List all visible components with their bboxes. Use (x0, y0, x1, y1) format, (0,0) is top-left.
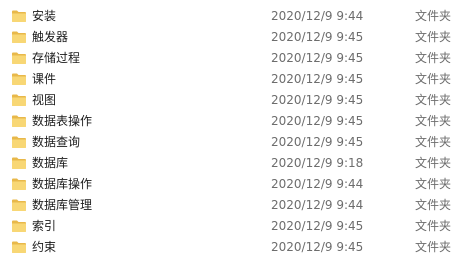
folder-icon (12, 115, 26, 127)
modified-date: 2020/12/9 9:45 (271, 219, 364, 233)
list-item[interactable]: 索引 2020/12/9 9:45 文件夹 (0, 216, 474, 237)
folder-icon (12, 241, 26, 253)
file-name: 数据库操作 (32, 177, 93, 191)
list-item[interactable]: 数据库操作 2020/12/9 9:44 文件夹 (0, 174, 474, 195)
file-type: 文件夹 (415, 30, 452, 44)
folder-icon (12, 94, 26, 106)
file-type: 文件夹 (415, 72, 452, 86)
list-item[interactable]: 数据表操作 2020/12/9 9:45 文件夹 (0, 111, 474, 132)
modified-date: 2020/12/9 9:18 (271, 156, 364, 170)
file-list: 安装 2020/12/9 9:44 文件夹 触发器 2020/12/9 9:45… (0, 0, 474, 265)
file-type: 文件夹 (415, 135, 452, 149)
modified-date: 2020/12/9 9:44 (271, 9, 364, 23)
modified-date: 2020/12/9 9:45 (271, 114, 364, 128)
file-name: 触发器 (32, 30, 69, 44)
folder-icon (12, 220, 26, 232)
file-name: 数据查询 (32, 135, 81, 149)
file-name: 索引 (32, 219, 57, 233)
folder-icon (12, 52, 26, 64)
list-item[interactable]: 数据查询 2020/12/9 9:45 文件夹 (0, 132, 474, 153)
file-name: 课件 (32, 72, 57, 86)
modified-date: 2020/12/9 9:44 (271, 198, 364, 212)
file-name: 视图 (32, 93, 57, 107)
file-type: 文件夹 (415, 9, 452, 23)
folder-icon (12, 178, 26, 190)
file-type: 文件夹 (415, 51, 452, 65)
file-name: 约束 (32, 240, 57, 254)
folder-icon (12, 157, 26, 169)
folder-icon (12, 73, 26, 85)
list-item[interactable]: 安装 2020/12/9 9:44 文件夹 (0, 6, 474, 27)
file-name: 数据表操作 (32, 114, 93, 128)
file-name: 安装 (32, 9, 57, 23)
file-name: 存储过程 (32, 51, 81, 65)
list-item[interactable]: 视图 2020/12/9 9:45 文件夹 (0, 90, 474, 111)
folder-icon (12, 10, 26, 22)
folder-icon (12, 136, 26, 148)
modified-date: 2020/12/9 9:45 (271, 30, 364, 44)
file-name: 数据库管理 (32, 198, 93, 212)
modified-date: 2020/12/9 9:45 (271, 135, 364, 149)
folder-icon (12, 31, 26, 43)
list-item[interactable]: 数据库 2020/12/9 9:18 文件夹 (0, 153, 474, 174)
file-name: 数据库 (32, 156, 69, 170)
modified-date: 2020/12/9 9:45 (271, 93, 364, 107)
list-item[interactable]: 课件 2020/12/9 9:45 文件夹 (0, 69, 474, 90)
file-type: 文件夹 (415, 219, 452, 233)
file-type: 文件夹 (415, 177, 452, 191)
modified-date: 2020/12/9 9:44 (271, 177, 364, 191)
modified-date: 2020/12/9 9:45 (271, 51, 364, 65)
file-type: 文件夹 (415, 93, 452, 107)
file-type: 文件夹 (415, 240, 452, 254)
folder-icon (12, 199, 26, 211)
list-item[interactable]: 存储过程 2020/12/9 9:45 文件夹 (0, 48, 474, 69)
file-type: 文件夹 (415, 114, 452, 128)
list-item[interactable]: 数据库管理 2020/12/9 9:44 文件夹 (0, 195, 474, 216)
list-item[interactable]: 触发器 2020/12/9 9:45 文件夹 (0, 27, 474, 48)
list-item[interactable]: 约束 2020/12/9 9:45 文件夹 (0, 237, 474, 258)
modified-date: 2020/12/9 9:45 (271, 72, 364, 86)
modified-date: 2020/12/9 9:45 (271, 240, 364, 254)
file-type: 文件夹 (415, 156, 452, 170)
file-type: 文件夹 (415, 198, 452, 212)
